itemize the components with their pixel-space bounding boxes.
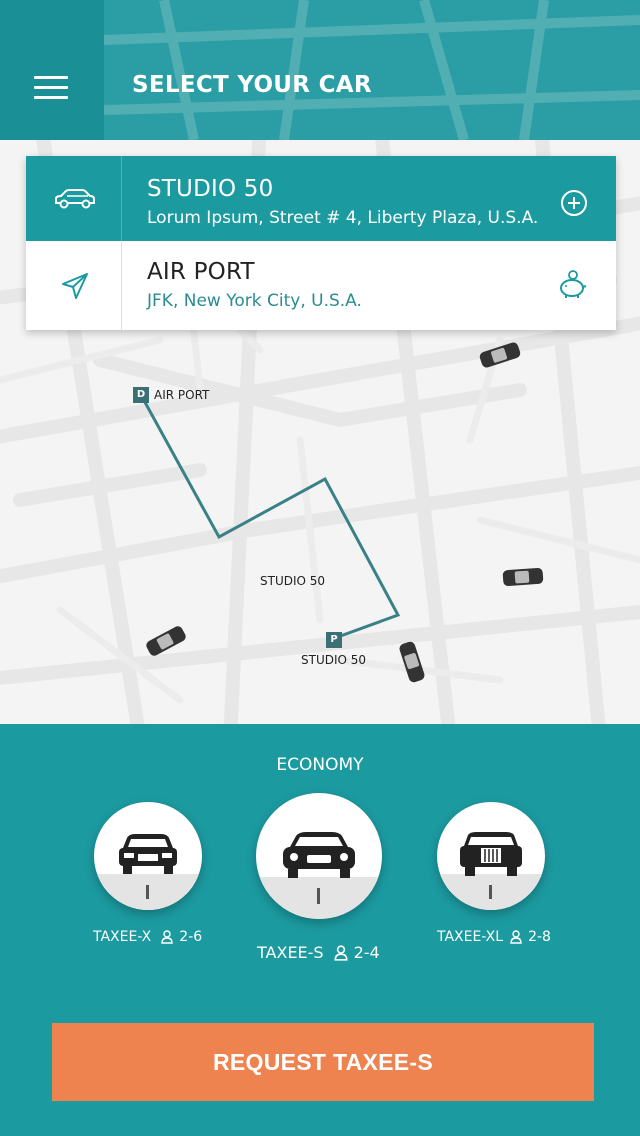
passenger-icon xyxy=(161,930,173,944)
header-background-pattern xyxy=(104,0,640,140)
car-category-label: ECONOMY xyxy=(276,755,364,775)
menu-button[interactable] xyxy=(0,0,104,140)
car-option-label-taxee-s: TAXEE-S 2-4 xyxy=(257,943,380,962)
car-capacity: 2-6 xyxy=(179,929,203,945)
car-icon xyxy=(55,189,95,209)
road-marking xyxy=(146,885,149,899)
car-option-label-taxee-x: TAXEE-X 2-6 xyxy=(93,929,202,945)
dropoff-address: JFK, New York City, U.S.A. xyxy=(147,291,362,311)
page-title: SELECT YOUR CAR xyxy=(132,72,372,98)
dropoff-row[interactable]: AIR PORT JFK, New York City, U.S.A. xyxy=(26,241,616,330)
car-option-label-taxee-xl: TAXEE-XL 2-8 xyxy=(437,929,551,945)
passenger-icon xyxy=(510,930,522,944)
hamburger-menu-icon xyxy=(34,76,68,79)
pickup-map-label: STUDIO 50 xyxy=(301,653,367,667)
navigation-arrow-icon xyxy=(62,273,88,299)
destination-pin[interactable]: D xyxy=(133,387,149,403)
car-option-taxee-x[interactable] xyxy=(94,802,202,910)
area-map-label: STUDIO 50 xyxy=(260,574,326,588)
car-name: TAXEE-S xyxy=(257,943,324,962)
pickup-address: Lorum Ipsum, Street # 4, Liberty Plaza, … xyxy=(147,208,539,228)
luxury-car-front-icon xyxy=(460,832,522,876)
app-header: SELECT YOUR CAR xyxy=(0,0,640,140)
hamburger-menu-icon xyxy=(34,96,68,99)
car-option-taxee-s[interactable] xyxy=(256,793,382,919)
nearby-car-icon xyxy=(502,567,544,587)
pickup-row[interactable]: STUDIO 50 Lorum Ipsum, Street # 4, Liber… xyxy=(26,156,616,250)
request-ride-button[interactable]: REQUEST TAXEE-S xyxy=(52,1023,594,1101)
add-circle-icon[interactable] xyxy=(558,187,590,219)
sedan-front-icon xyxy=(119,834,177,874)
pickup-icon-cell xyxy=(26,156,122,241)
hamburger-menu-icon xyxy=(34,86,68,89)
car-name: TAXEE-XL xyxy=(437,929,504,945)
car-capacity: 2-8 xyxy=(528,929,551,945)
piggy-bank-icon[interactable] xyxy=(556,268,588,300)
car-name: TAXEE-X xyxy=(93,929,152,945)
car-option-taxee-xl[interactable] xyxy=(437,802,545,910)
nearby-car-icon xyxy=(399,641,425,683)
pickup-pin[interactable]: P xyxy=(326,632,342,648)
dropoff-name: AIR PORT xyxy=(147,259,255,285)
destination-map-label: AIR PORT xyxy=(154,388,210,402)
road-marking xyxy=(317,888,320,904)
sports-car-front-icon xyxy=(283,832,355,878)
pickup-name: STUDIO 50 xyxy=(147,176,274,202)
trip-location-card: STUDIO 50 Lorum Ipsum, Street # 4, Liber… xyxy=(26,156,616,330)
car-capacity: 2-4 xyxy=(353,943,380,962)
passenger-icon xyxy=(334,944,348,961)
dropoff-icon-cell xyxy=(26,241,122,330)
road-marking xyxy=(489,885,492,899)
